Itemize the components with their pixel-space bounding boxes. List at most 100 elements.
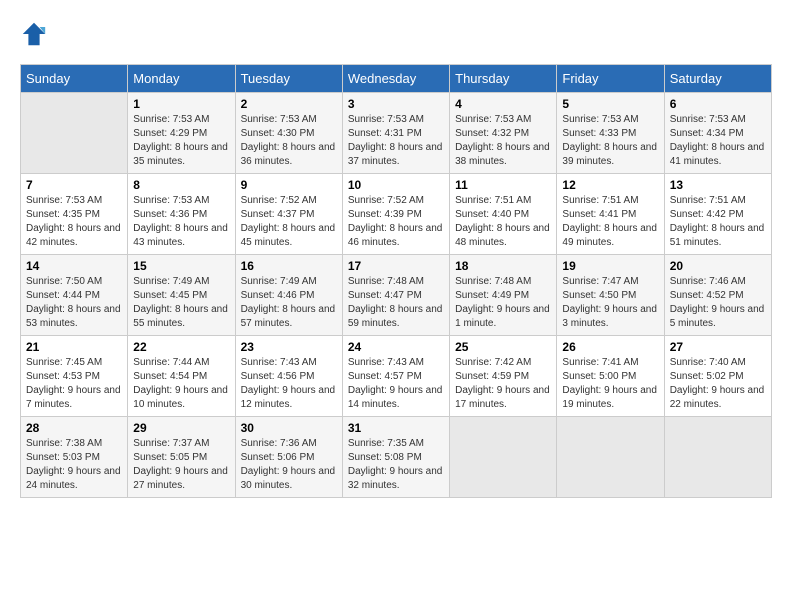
day-number: 12 [562,178,658,192]
calendar-cell: 31 Sunrise: 7:35 AM Sunset: 5:08 PM Dayl… [342,417,449,498]
sunrise-text: Sunrise: 7:43 AM [348,357,424,368]
day-info: Sunrise: 7:47 AM Sunset: 4:50 PM Dayligh… [562,275,658,331]
page-header [20,20,772,48]
sunset-text: Sunset: 4:50 PM [562,290,636,301]
day-info: Sunrise: 7:51 AM Sunset: 4:42 PM Dayligh… [670,194,766,250]
calendar-cell: 2 Sunrise: 7:53 AM Sunset: 4:30 PM Dayli… [235,93,342,174]
daylight-text: Daylight: 9 hours and 10 minutes. [133,385,228,410]
calendar-cell: 20 Sunrise: 7:46 AM Sunset: 4:52 PM Dayl… [664,255,771,336]
calendar-cell: 14 Sunrise: 7:50 AM Sunset: 4:44 PM Dayl… [21,255,128,336]
sunset-text: Sunset: 4:29 PM [133,128,207,139]
calendar-cell: 7 Sunrise: 7:53 AM Sunset: 4:35 PM Dayli… [21,174,128,255]
sunrise-text: Sunrise: 7:53 AM [26,195,102,206]
sunset-text: Sunset: 4:59 PM [455,371,529,382]
calendar-table: SundayMondayTuesdayWednesdayThursdayFrid… [20,64,772,498]
daylight-text: Daylight: 9 hours and 32 minutes. [348,466,443,491]
daylight-text: Daylight: 9 hours and 30 minutes. [241,466,336,491]
day-number: 22 [133,340,229,354]
day-info: Sunrise: 7:50 AM Sunset: 4:44 PM Dayligh… [26,275,122,331]
day-info: Sunrise: 7:46 AM Sunset: 4:52 PM Dayligh… [670,275,766,331]
sunrise-text: Sunrise: 7:52 AM [241,195,317,206]
day-number: 2 [241,97,337,111]
calendar-cell [664,417,771,498]
daylight-text: Daylight: 8 hours and 39 minutes. [562,142,657,167]
calendar-cell: 10 Sunrise: 7:52 AM Sunset: 4:39 PM Dayl… [342,174,449,255]
sunrise-text: Sunrise: 7:36 AM [241,438,317,449]
daylight-text: Daylight: 9 hours and 1 minute. [455,304,550,329]
day-info: Sunrise: 7:41 AM Sunset: 5:00 PM Dayligh… [562,356,658,412]
calendar-cell: 16 Sunrise: 7:49 AM Sunset: 4:46 PM Dayl… [235,255,342,336]
sunrise-text: Sunrise: 7:53 AM [455,114,531,125]
calendar-cell: 8 Sunrise: 7:53 AM Sunset: 4:36 PM Dayli… [128,174,235,255]
day-info: Sunrise: 7:53 AM Sunset: 4:35 PM Dayligh… [26,194,122,250]
weekday-header-sunday: Sunday [21,65,128,93]
sunset-text: Sunset: 4:34 PM [670,128,744,139]
day-info: Sunrise: 7:51 AM Sunset: 4:40 PM Dayligh… [455,194,551,250]
day-number: 25 [455,340,551,354]
daylight-text: Daylight: 8 hours and 46 minutes. [348,223,443,248]
sunset-text: Sunset: 5:05 PM [133,452,207,463]
logo [20,20,52,48]
calendar-cell: 5 Sunrise: 7:53 AM Sunset: 4:33 PM Dayli… [557,93,664,174]
day-info: Sunrise: 7:53 AM Sunset: 4:30 PM Dayligh… [241,113,337,169]
weekday-header-thursday: Thursday [450,65,557,93]
day-info: Sunrise: 7:52 AM Sunset: 4:39 PM Dayligh… [348,194,444,250]
day-number: 11 [455,178,551,192]
day-info: Sunrise: 7:48 AM Sunset: 4:49 PM Dayligh… [455,275,551,331]
logo-icon [20,20,48,48]
calendar-cell [557,417,664,498]
daylight-text: Daylight: 9 hours and 14 minutes. [348,385,443,410]
day-info: Sunrise: 7:44 AM Sunset: 4:54 PM Dayligh… [133,356,229,412]
calendar-cell: 4 Sunrise: 7:53 AM Sunset: 4:32 PM Dayli… [450,93,557,174]
sunset-text: Sunset: 4:56 PM [241,371,315,382]
sunrise-text: Sunrise: 7:48 AM [455,276,531,287]
sunrise-text: Sunrise: 7:49 AM [241,276,317,287]
calendar-cell: 17 Sunrise: 7:48 AM Sunset: 4:47 PM Dayl… [342,255,449,336]
daylight-text: Daylight: 8 hours and 38 minutes. [455,142,550,167]
day-info: Sunrise: 7:45 AM Sunset: 4:53 PM Dayligh… [26,356,122,412]
daylight-text: Daylight: 8 hours and 59 minutes. [348,304,443,329]
calendar-cell [21,93,128,174]
sunset-text: Sunset: 4:35 PM [26,209,100,220]
day-number: 20 [670,259,766,273]
sunrise-text: Sunrise: 7:47 AM [562,276,638,287]
day-number: 5 [562,97,658,111]
calendar-week-row: 14 Sunrise: 7:50 AM Sunset: 4:44 PM Dayl… [21,255,772,336]
daylight-text: Daylight: 8 hours and 53 minutes. [26,304,121,329]
sunset-text: Sunset: 4:54 PM [133,371,207,382]
daylight-text: Daylight: 8 hours and 55 minutes. [133,304,228,329]
daylight-text: Daylight: 9 hours and 17 minutes. [455,385,550,410]
weekday-header-tuesday: Tuesday [235,65,342,93]
calendar-cell: 24 Sunrise: 7:43 AM Sunset: 4:57 PM Dayl… [342,336,449,417]
sunrise-text: Sunrise: 7:51 AM [455,195,531,206]
day-info: Sunrise: 7:43 AM Sunset: 4:56 PM Dayligh… [241,356,337,412]
day-number: 19 [562,259,658,273]
sunrise-text: Sunrise: 7:45 AM [26,357,102,368]
daylight-text: Daylight: 9 hours and 5 minutes. [670,304,765,329]
daylight-text: Daylight: 8 hours and 42 minutes. [26,223,121,248]
day-info: Sunrise: 7:48 AM Sunset: 4:47 PM Dayligh… [348,275,444,331]
calendar-cell: 15 Sunrise: 7:49 AM Sunset: 4:45 PM Dayl… [128,255,235,336]
day-info: Sunrise: 7:52 AM Sunset: 4:37 PM Dayligh… [241,194,337,250]
day-info: Sunrise: 7:42 AM Sunset: 4:59 PM Dayligh… [455,356,551,412]
sunset-text: Sunset: 4:36 PM [133,209,207,220]
sunset-text: Sunset: 4:47 PM [348,290,422,301]
sunset-text: Sunset: 4:53 PM [26,371,100,382]
day-info: Sunrise: 7:49 AM Sunset: 4:46 PM Dayligh… [241,275,337,331]
daylight-text: Daylight: 8 hours and 37 minutes. [348,142,443,167]
day-number: 7 [26,178,122,192]
calendar-cell: 6 Sunrise: 7:53 AM Sunset: 4:34 PM Dayli… [664,93,771,174]
day-info: Sunrise: 7:51 AM Sunset: 4:41 PM Dayligh… [562,194,658,250]
day-number: 21 [26,340,122,354]
sunrise-text: Sunrise: 7:51 AM [670,195,746,206]
day-info: Sunrise: 7:43 AM Sunset: 4:57 PM Dayligh… [348,356,444,412]
sunset-text: Sunset: 4:44 PM [26,290,100,301]
calendar-week-row: 21 Sunrise: 7:45 AM Sunset: 4:53 PM Dayl… [21,336,772,417]
daylight-text: Daylight: 8 hours and 49 minutes. [562,223,657,248]
sunrise-text: Sunrise: 7:40 AM [670,357,746,368]
daylight-text: Daylight: 8 hours and 35 minutes. [133,142,228,167]
day-info: Sunrise: 7:53 AM Sunset: 4:36 PM Dayligh… [133,194,229,250]
day-number: 8 [133,178,229,192]
sunset-text: Sunset: 4:30 PM [241,128,315,139]
calendar-cell: 9 Sunrise: 7:52 AM Sunset: 4:37 PM Dayli… [235,174,342,255]
